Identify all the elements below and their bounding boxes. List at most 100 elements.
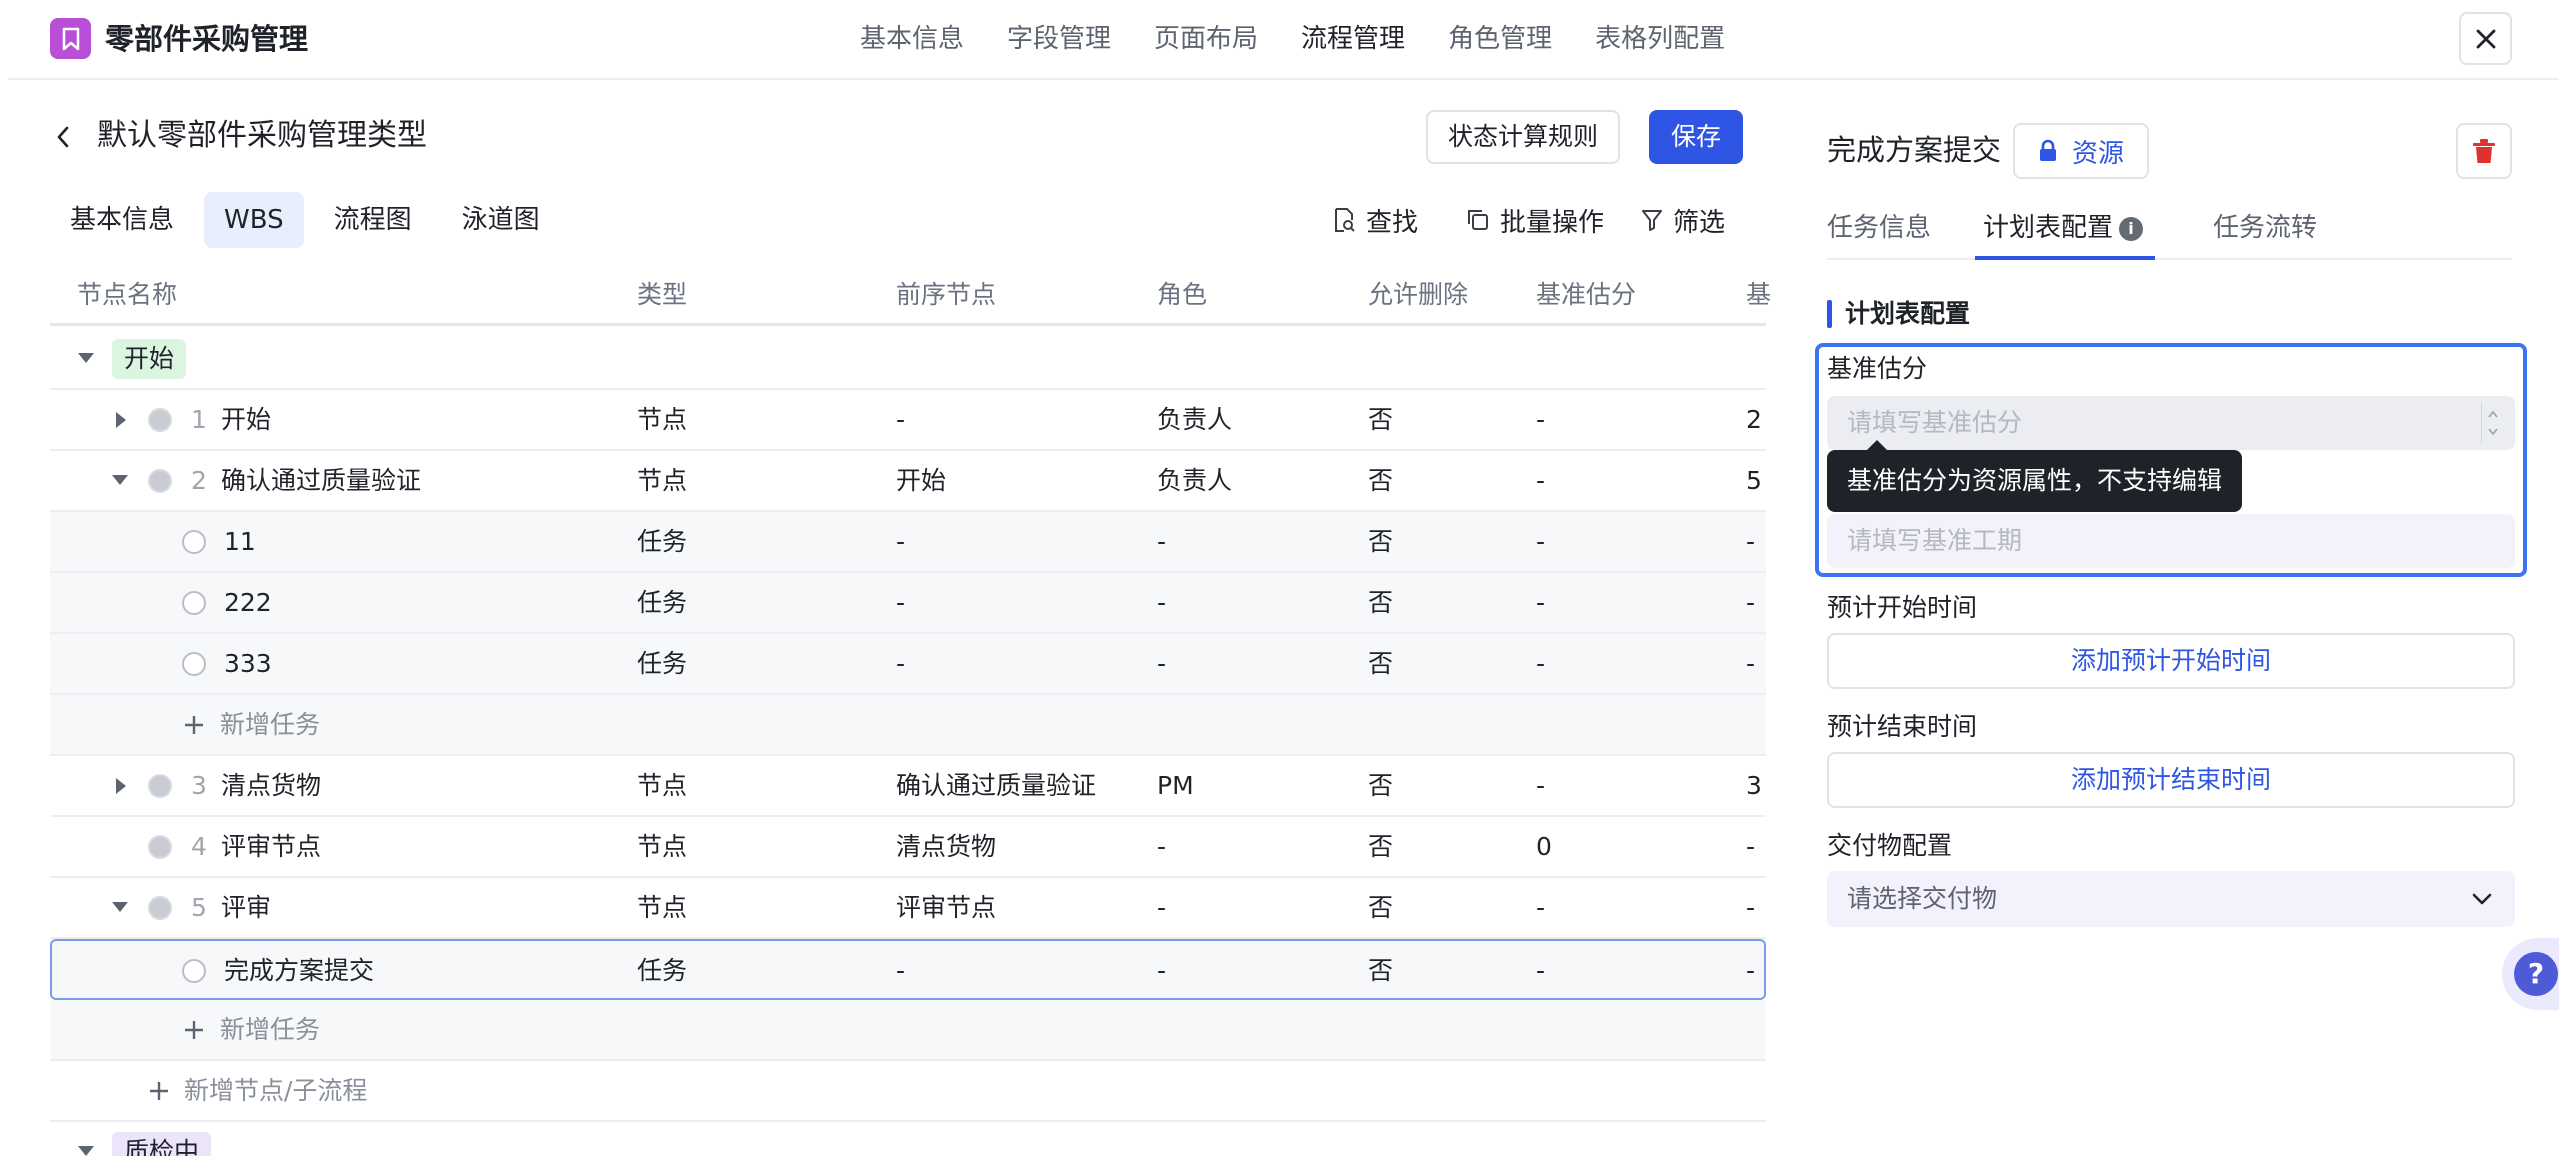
collapse-icon[interactable] xyxy=(78,1146,94,1156)
prev-cell: - xyxy=(896,527,906,556)
prev-cell: - xyxy=(896,649,906,678)
close-button[interactable] xyxy=(2459,12,2512,65)
nav-table-column-config[interactable]: 表格列配置 xyxy=(1595,20,1725,58)
resource-chip[interactable]: 资源 xyxy=(2013,123,2149,179)
table-row-selected[interactable]: 完成方案提交 任务 - - 否 - - xyxy=(50,939,1766,1000)
table-row[interactable]: 333 任务 - - 否 - - xyxy=(50,634,1766,695)
nav-field-management[interactable]: 字段管理 xyxy=(1007,20,1111,58)
estimate-cell: - xyxy=(1536,893,1546,922)
prev-cell: - xyxy=(896,956,906,985)
extra-cell: - xyxy=(1746,588,1756,617)
prev-cell: 开始 xyxy=(896,466,947,495)
delete-button[interactable] xyxy=(2456,123,2512,179)
prev-cell: - xyxy=(896,588,906,617)
view-tabs: 基本信息 WBS 流程图 泳道图 xyxy=(50,192,570,248)
task-name: 完成方案提交 xyxy=(224,956,375,985)
role-cell: - xyxy=(1157,893,1167,922)
table-row[interactable]: 222 任务 - - 否 - - xyxy=(50,573,1766,634)
find-label: 查找 xyxy=(1366,207,1419,238)
prev-cell: - xyxy=(896,405,906,434)
collapse-icon[interactable] xyxy=(112,902,128,912)
status-rule-button[interactable]: 状态计算规则 xyxy=(1426,110,1620,164)
deliverable-label: 交付物配置 xyxy=(1827,831,1953,860)
tab-swimlane[interactable]: 泳道图 xyxy=(442,192,560,248)
duration-input[interactable]: 请填写基准工期 xyxy=(1827,514,2515,568)
role-cell: - xyxy=(1157,588,1167,617)
filter-tool[interactable]: 筛选 xyxy=(1641,198,1725,242)
col-role: 角色 xyxy=(1157,280,1208,309)
start-time-label: 预计开始时间 xyxy=(1827,593,1978,622)
collapse-icon[interactable] xyxy=(78,353,94,363)
tab-flowchart[interactable]: 流程图 xyxy=(314,192,432,248)
deliverable-select[interactable]: 请选择交付物 xyxy=(1827,871,2515,927)
number-stepper[interactable] xyxy=(2481,402,2503,444)
col-node-name: 节点名称 xyxy=(77,280,178,309)
prev-cell: 清点货物 xyxy=(896,832,997,861)
type-cell: 任务 xyxy=(637,588,688,617)
add-task-row[interactable]: 新增任务 xyxy=(50,1000,1766,1061)
table-row[interactable]: 4 评审节点 节点 清点货物 - 否 0 - xyxy=(50,817,1766,878)
extra-cell: - xyxy=(1746,832,1756,861)
tab-task-info[interactable]: 任务信息 xyxy=(1827,208,1931,248)
expand-icon[interactable] xyxy=(116,412,126,428)
trash-icon xyxy=(2473,139,2495,163)
group-badge: 质检中 xyxy=(112,1132,212,1156)
task-status-icon xyxy=(182,652,206,676)
tab-task-flow[interactable]: 任务流转 xyxy=(2213,208,2317,248)
plus-icon xyxy=(150,1082,168,1100)
type-cell: 节点 xyxy=(637,405,688,434)
back-chevron-icon[interactable] xyxy=(52,122,74,152)
table-row[interactable]: 5 评审 节点 评审节点 - 否 - - xyxy=(50,878,1766,939)
help-button[interactable]: ? xyxy=(2502,938,2559,1010)
estimate-cell: - xyxy=(1536,405,1546,434)
task-name: 333 xyxy=(224,649,272,678)
status-dot xyxy=(148,469,172,493)
add-node-row[interactable]: 新增节点/子流程 xyxy=(50,1061,1766,1122)
type-cell: 节点 xyxy=(637,466,688,495)
row-index: 1 xyxy=(191,405,207,434)
nav-page-layout[interactable]: 页面布局 xyxy=(1154,20,1258,58)
tab-wbs[interactable]: WBS xyxy=(204,192,304,248)
expand-icon[interactable] xyxy=(116,778,126,794)
status-dot xyxy=(148,896,172,920)
add-task-link[interactable]: 新增任务 xyxy=(220,707,320,743)
table-row[interactable]: 3 清点货物 节点 确认通过质量验证 PM 否 - 3 xyxy=(50,756,1766,817)
find-tool[interactable]: 查找 xyxy=(1332,198,1418,242)
tab-plan-config[interactable]: 计划表配置 i xyxy=(1983,208,2144,248)
nav-role-management[interactable]: 角色管理 xyxy=(1448,20,1552,58)
collapse-icon[interactable] xyxy=(112,475,128,485)
save-button[interactable]: 保存 xyxy=(1649,110,1743,164)
section-heading: 计划表配置 xyxy=(1827,296,1970,332)
resource-label: 资源 xyxy=(2071,138,2124,169)
estimate-input[interactable]: 请填写基准估分 xyxy=(1827,396,2515,450)
table-row[interactable]: 2 确认通过质量验证 节点 开始 负责人 否 - 5 xyxy=(50,451,1766,512)
tab-plan-config-label: 计划表配置 xyxy=(1983,213,2114,243)
nav-basic-info[interactable]: 基本信息 xyxy=(860,20,964,58)
batch-operation-tool[interactable]: 批量操作 xyxy=(1466,198,1604,242)
node-name: 确认通过质量验证 xyxy=(221,466,422,495)
col-extra: 基 xyxy=(1746,280,1772,309)
table-row[interactable]: 11 任务 - - 否 - - xyxy=(50,512,1766,573)
deliverable-placeholder: 请选择交付物 xyxy=(1847,884,1998,913)
add-task-link[interactable]: 新增任务 xyxy=(220,1012,320,1048)
group-row[interactable]: 质检中 xyxy=(50,1122,1766,1156)
task-status-icon xyxy=(182,591,206,615)
deletable-cell: 否 xyxy=(1368,405,1394,434)
add-task-row[interactable]: 新增任务 xyxy=(50,695,1766,756)
deletable-cell: 否 xyxy=(1368,527,1394,556)
node-name: 开始 xyxy=(221,405,272,434)
status-dot xyxy=(148,774,172,798)
filter-icon xyxy=(1642,210,1662,231)
type-cell: 任务 xyxy=(637,956,688,985)
role-cell: - xyxy=(1157,956,1167,985)
add-start-time-button[interactable]: 添加预计开始时间 xyxy=(1827,633,2515,689)
table-row[interactable]: 1 开始 节点 - 负责人 否 - 2 xyxy=(50,390,1766,451)
tab-basic-info[interactable]: 基本信息 xyxy=(50,192,194,248)
add-node-link[interactable]: 新增节点/子流程 xyxy=(184,1073,367,1109)
add-end-time-button[interactable]: 添加预计结束时间 xyxy=(1827,752,2515,808)
role-cell: 负责人 xyxy=(1157,466,1233,495)
group-row[interactable]: 开始 xyxy=(50,329,1766,390)
node-name: 评审 xyxy=(221,893,272,922)
nav-process-management[interactable]: 流程管理 xyxy=(1301,20,1405,58)
estimate-cell: - xyxy=(1536,527,1546,556)
